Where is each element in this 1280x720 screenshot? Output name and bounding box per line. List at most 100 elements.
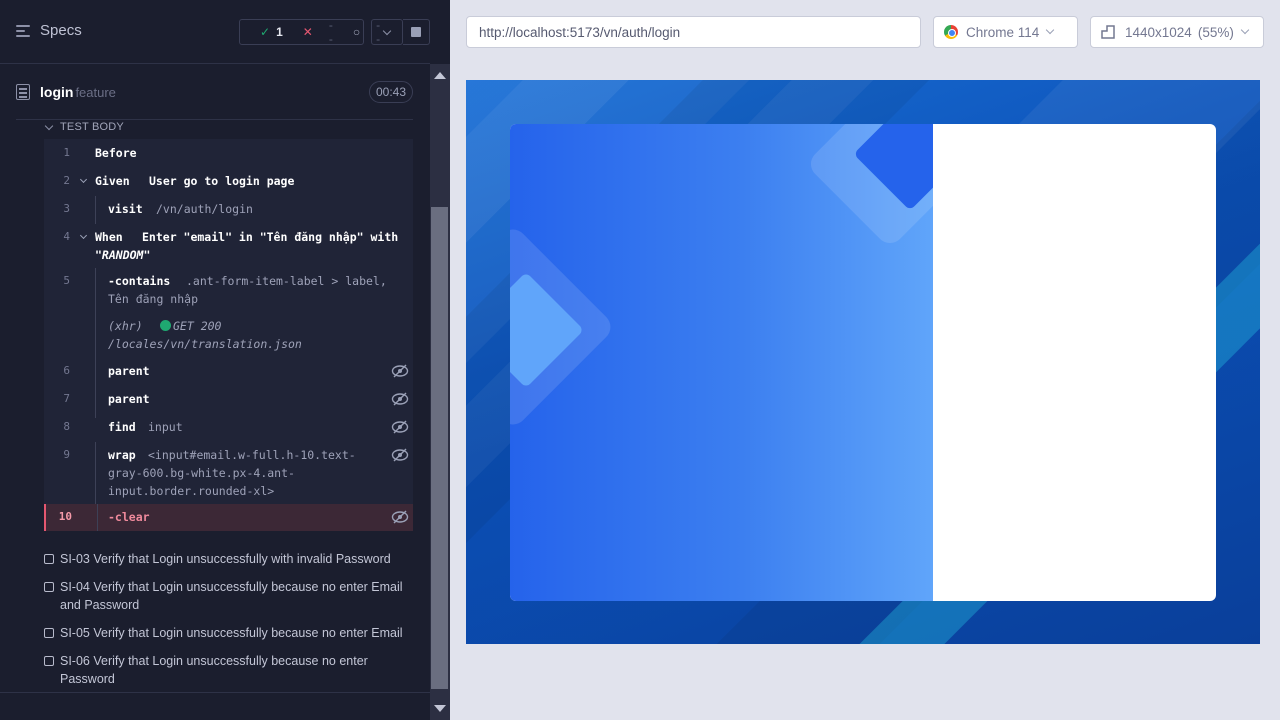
viewport-zoom: (55%) xyxy=(1197,24,1234,40)
command-row[interactable]: 9 wrap <input#email.w-full.h-10.text- gr… xyxy=(44,442,413,506)
test-status-icon xyxy=(44,554,54,564)
eye-slash-icon xyxy=(391,364,409,378)
divider xyxy=(0,692,430,693)
eye-slash-icon xyxy=(391,448,409,462)
command-row[interactable]: 5 -contains .ant-form-item-label > label… xyxy=(44,268,413,418)
chevron-down-icon xyxy=(79,231,88,240)
command-name: -contains xyxy=(108,274,171,288)
chevron-down-icon xyxy=(79,175,88,184)
chevron-down-icon xyxy=(44,121,54,130)
command-row[interactable]: 3 visit /vn/auth/login xyxy=(44,196,413,224)
command-row[interactable]: 6 parent xyxy=(44,364,413,380)
test-stats: ✓ 1 ✕ -- ○ -- xyxy=(239,18,380,46)
file-icon xyxy=(16,84,30,100)
login-card xyxy=(510,124,1216,601)
xhr-status: GET 200 xyxy=(173,319,222,333)
url-text: http://localhost:5173/vn/auth/login xyxy=(479,24,681,40)
nest-line xyxy=(95,442,96,506)
command-row[interactable]: 1 Before xyxy=(44,146,413,162)
runner-header: Specs ✓ 1 ✕ -- ○ -- xyxy=(0,0,430,64)
command-number: 7 xyxy=(63,392,70,405)
check-icon: ✓ xyxy=(260,25,271,39)
test-item[interactable]: SI-05 Verify that Login unsuccessfully b… xyxy=(44,624,414,642)
command-row[interactable]: 4 When Enter "email" in "Tên đăng nhập" … xyxy=(44,230,413,264)
test-body-toggle[interactable]: TEST BODY xyxy=(44,121,124,133)
command-message: /vn/auth/login xyxy=(156,202,253,216)
test-item[interactable]: SI-04 Verify that Login unsuccessfully b… xyxy=(44,578,414,614)
url-bar[interactable]: http://localhost:5173/vn/auth/login xyxy=(466,16,921,48)
test-status-icon xyxy=(44,582,54,592)
command-number: 8 xyxy=(63,420,70,433)
spec-duration: 00:43 xyxy=(368,81,413,103)
command-row[interactable]: 8 find input xyxy=(44,420,413,436)
eye-slash-icon xyxy=(391,510,409,524)
scroll-up-arrow[interactable] xyxy=(434,72,446,79)
command-name: wrap xyxy=(108,448,136,462)
spec-title: login feature 00:43 xyxy=(16,78,413,106)
command-name: Before xyxy=(95,146,137,160)
stop-button[interactable] xyxy=(403,19,430,45)
auto-scroll-toggle[interactable] xyxy=(371,19,403,45)
app-preview-frame[interactable] xyxy=(466,80,1260,644)
login-hero-panel xyxy=(510,124,933,601)
command-name: parent xyxy=(108,364,150,378)
command-name: visit xyxy=(108,202,143,216)
command-number: 3 xyxy=(63,202,70,215)
viewport-selector[interactable]: 1440x1024 (55%) xyxy=(1090,16,1264,48)
test-title: SI-06 Verify that Login unsuccessfully b… xyxy=(60,654,368,686)
spec-file-ext: feature xyxy=(75,84,116,100)
command-message: .ant-form-item-label > label, xyxy=(186,274,387,288)
specs-toggle-button[interactable]: Specs xyxy=(16,22,82,39)
scrollbar-thumb[interactable] xyxy=(431,207,448,689)
command-message: <input#email.w-full.h-10.text- xyxy=(148,448,356,462)
x-icon: ✕ xyxy=(302,25,313,39)
eye-slash-icon xyxy=(391,420,409,434)
viewport-icon xyxy=(1101,25,1115,39)
status-dot-icon xyxy=(160,320,171,331)
stop-icon xyxy=(411,27,421,37)
failed-command-row[interactable]: 10 -clear xyxy=(44,504,413,531)
test-title: SI-05 Verify that Login unsuccessfully b… xyxy=(60,626,403,640)
xhr-url: /locales/vn/translation.json xyxy=(108,337,302,351)
pending-icon: ○ xyxy=(352,25,361,39)
command-log-panel: Specs ✓ 1 ✕ -- ○ -- login feature 00:43 … xyxy=(0,0,450,720)
command-message: input xyxy=(148,420,183,434)
scroll-down-arrow[interactable] xyxy=(434,705,446,712)
chevron-down-icon xyxy=(382,26,392,35)
command-number: 1 xyxy=(63,146,70,159)
command-message: Enter "email" in "Tên đăng nhập" with xyxy=(142,230,399,244)
command-name: (xhr) xyxy=(108,319,143,333)
browser-label: Chrome 114 xyxy=(966,24,1040,40)
failed-stat: ✕ -- xyxy=(283,18,333,46)
command-name: parent xyxy=(108,392,150,406)
specs-menu-icon xyxy=(16,24,32,38)
command-number: 6 xyxy=(63,364,70,377)
command-number: 5 xyxy=(63,274,70,287)
viewport-size: 1440x1024 xyxy=(1125,24,1192,40)
browser-selector[interactable]: Chrome 114 xyxy=(933,16,1078,48)
command-message: "RANDOM" xyxy=(95,248,151,262)
test-status-icon xyxy=(44,628,54,638)
command-name: find xyxy=(108,420,136,434)
command-number: 10 xyxy=(58,510,72,523)
chevron-down-icon xyxy=(1240,25,1250,35)
command-row[interactable]: 2 Given User go to login page xyxy=(44,174,413,190)
command-row[interactable]: 7 parent xyxy=(44,392,413,408)
nest-line xyxy=(97,504,98,531)
chevron-down-icon xyxy=(1046,25,1055,35)
eye-slash-icon xyxy=(391,392,409,406)
xhr-row[interactable]: (xhr) GET 200 /locales/vn/translation.js… xyxy=(44,319,413,353)
command-name: When xyxy=(95,230,123,244)
nest-line xyxy=(95,196,96,224)
test-item[interactable]: SI-06 Verify that Login unsuccessfully b… xyxy=(44,652,414,688)
passed-stat: ✓ 1 xyxy=(240,25,283,39)
spec-file-name: login xyxy=(40,84,74,100)
chrome-icon xyxy=(944,25,958,39)
test-item[interactable]: SI-03 Verify that Login unsuccessfully w… xyxy=(44,550,414,568)
command-name: Given xyxy=(95,174,130,188)
command-number: 4 xyxy=(63,230,70,243)
command-message: Tên đăng nhập xyxy=(108,292,199,306)
specs-label: Specs xyxy=(40,22,82,39)
test-title: SI-04 Verify that Login unsuccessfully b… xyxy=(60,580,403,612)
command-message: User go to login page xyxy=(149,174,295,188)
